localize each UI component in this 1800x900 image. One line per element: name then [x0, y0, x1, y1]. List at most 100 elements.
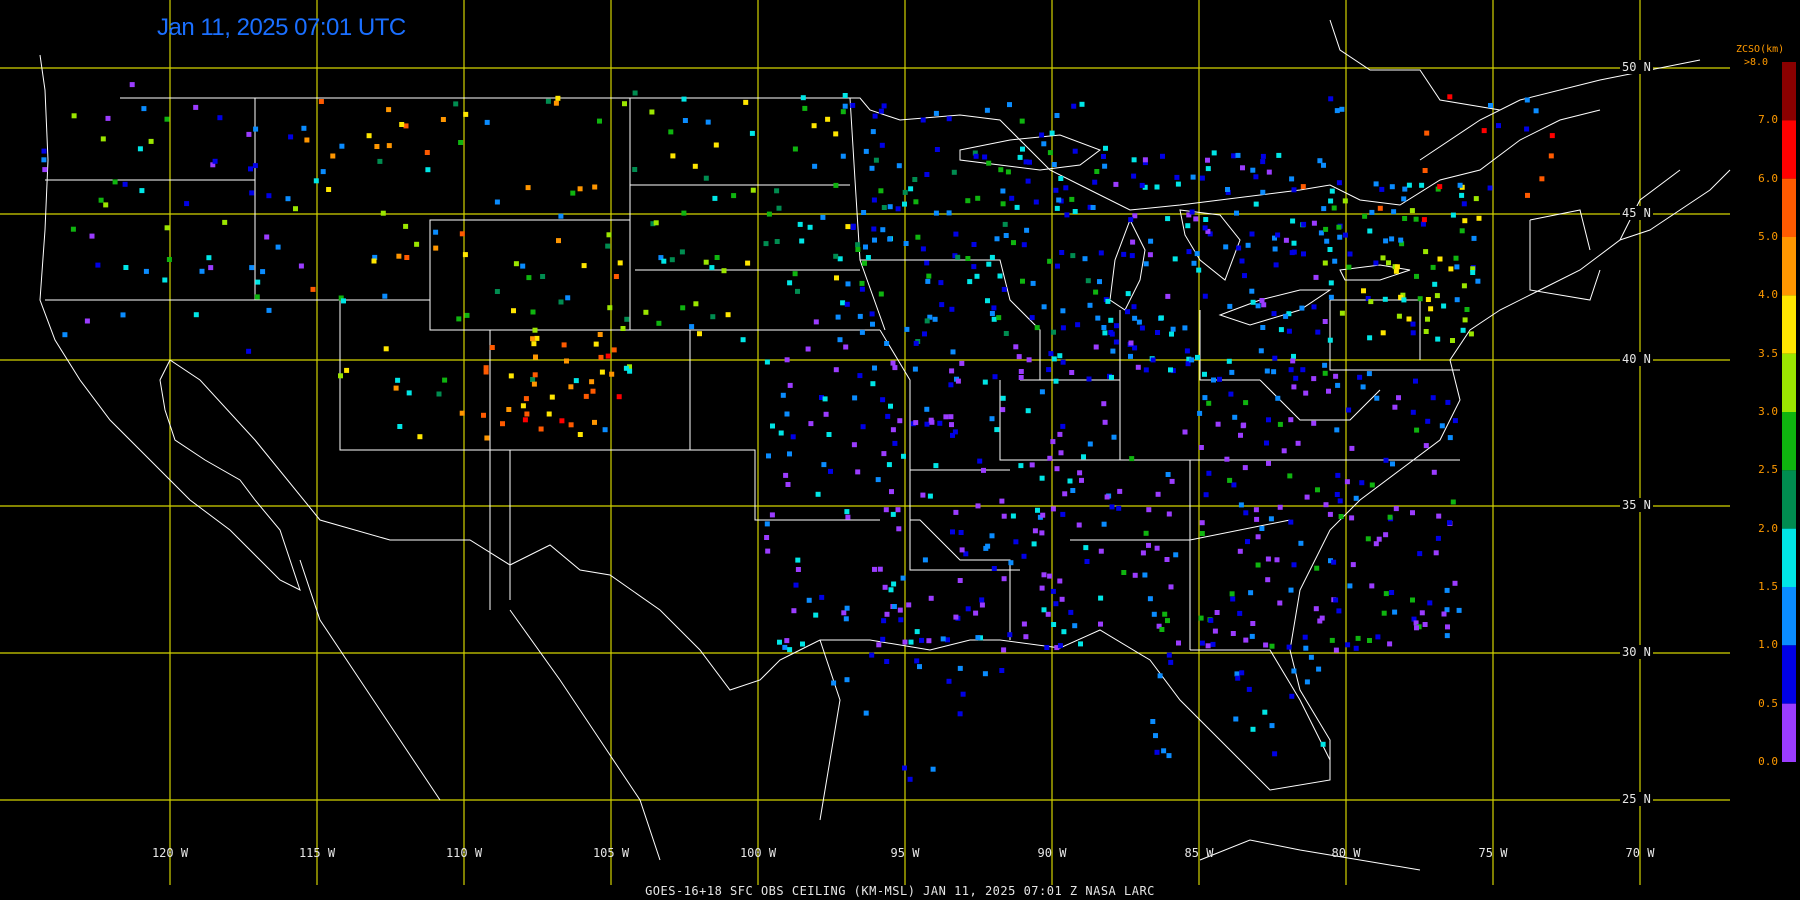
station-marker	[971, 264, 977, 270]
station-marker	[520, 263, 526, 269]
station-marker	[1326, 388, 1331, 394]
station-marker	[1314, 565, 1320, 571]
station-marker	[318, 99, 324, 104]
legend-swatch	[1782, 587, 1796, 646]
station-marker	[1255, 534, 1261, 540]
station-marker	[396, 253, 402, 259]
station-marker	[397, 424, 403, 429]
station-marker	[1321, 206, 1327, 212]
station-marker	[193, 104, 199, 110]
station-marker	[669, 257, 675, 263]
station-marker	[1202, 371, 1207, 377]
latitude-label: 30 N	[1620, 645, 1653, 659]
station-marker	[1344, 479, 1350, 485]
station-marker	[1322, 319, 1328, 324]
station-marker	[1164, 557, 1170, 562]
station-marker	[1166, 652, 1172, 658]
station-marker	[837, 337, 843, 343]
station-marker	[1199, 531, 1205, 536]
station-marker	[1277, 421, 1283, 427]
station-marker	[1328, 294, 1334, 300]
station-marker	[799, 238, 805, 244]
station-marker	[1276, 152, 1282, 158]
station-marker	[984, 107, 990, 113]
station-marker	[1001, 647, 1007, 653]
station-marker	[1125, 309, 1130, 315]
station-marker	[1199, 640, 1205, 646]
station-marker	[1447, 520, 1452, 526]
station-marker	[693, 301, 699, 307]
station-marker	[1329, 188, 1335, 194]
station-marker	[790, 434, 796, 440]
station-marker	[778, 430, 784, 436]
station-marker	[1269, 643, 1275, 649]
station-marker	[1166, 753, 1172, 759]
station-marker	[1264, 440, 1269, 446]
station-marker	[1439, 423, 1445, 429]
station-marker	[1023, 159, 1029, 165]
station-marker	[522, 417, 528, 423]
station-marker	[260, 269, 266, 275]
station-marker	[1361, 288, 1366, 294]
station-marker	[876, 642, 882, 648]
station-marker	[1444, 633, 1450, 639]
station-marker	[137, 146, 143, 152]
station-marker	[1018, 375, 1024, 380]
station-marker	[1425, 297, 1431, 302]
station-marker	[1116, 505, 1122, 511]
station-marker	[682, 118, 688, 123]
legend-swatch	[1782, 470, 1796, 529]
station-marker	[1549, 133, 1555, 139]
station-marker	[766, 211, 772, 217]
station-marker	[459, 231, 465, 237]
station-marker	[1024, 227, 1030, 233]
station-marker	[953, 614, 959, 620]
station-marker	[1243, 510, 1249, 516]
station-marker	[1205, 157, 1210, 163]
latitude-label: 35 N	[1620, 498, 1653, 512]
station-marker	[545, 98, 551, 104]
station-marker	[843, 616, 849, 622]
station-marker	[764, 535, 770, 540]
station-marker	[301, 125, 307, 131]
station-marker	[1422, 622, 1428, 627]
station-marker	[1266, 417, 1271, 423]
station-marker	[1266, 169, 1272, 175]
station-marker	[1172, 256, 1178, 262]
station-marker	[1168, 659, 1174, 665]
station-marker	[764, 521, 770, 527]
station-marker	[1311, 220, 1317, 226]
station-marker	[1111, 434, 1117, 440]
station-marker	[765, 548, 771, 554]
us-outline	[39, 54, 1731, 791]
station-marker	[1291, 562, 1297, 568]
station-marker	[1147, 596, 1153, 602]
station-marker	[1098, 548, 1104, 554]
legend-swatch	[1782, 295, 1796, 354]
station-marker	[1102, 330, 1108, 336]
station-marker	[1402, 216, 1408, 221]
station-marker	[872, 566, 877, 572]
station-marker	[1445, 399, 1451, 405]
station-marker	[1430, 264, 1436, 270]
station-marker	[1025, 408, 1031, 414]
station-marker	[298, 263, 304, 269]
station-marker	[1018, 369, 1024, 374]
station-marker	[895, 507, 901, 513]
station-marker	[1129, 253, 1135, 259]
station-marker	[979, 602, 985, 608]
station-marker	[1165, 618, 1170, 624]
station-marker	[1051, 622, 1057, 627]
station-marker	[865, 255, 871, 260]
station-marker	[892, 440, 898, 446]
station-marker	[404, 255, 410, 260]
station-marker	[1081, 454, 1086, 460]
station-marker	[374, 144, 380, 149]
station-marker	[989, 254, 995, 260]
station-marker	[649, 109, 655, 115]
station-marker	[1139, 325, 1145, 331]
station-marker	[1383, 532, 1389, 538]
station-marker	[1313, 606, 1319, 612]
station-marker	[1368, 299, 1374, 305]
station-marker	[253, 126, 259, 132]
